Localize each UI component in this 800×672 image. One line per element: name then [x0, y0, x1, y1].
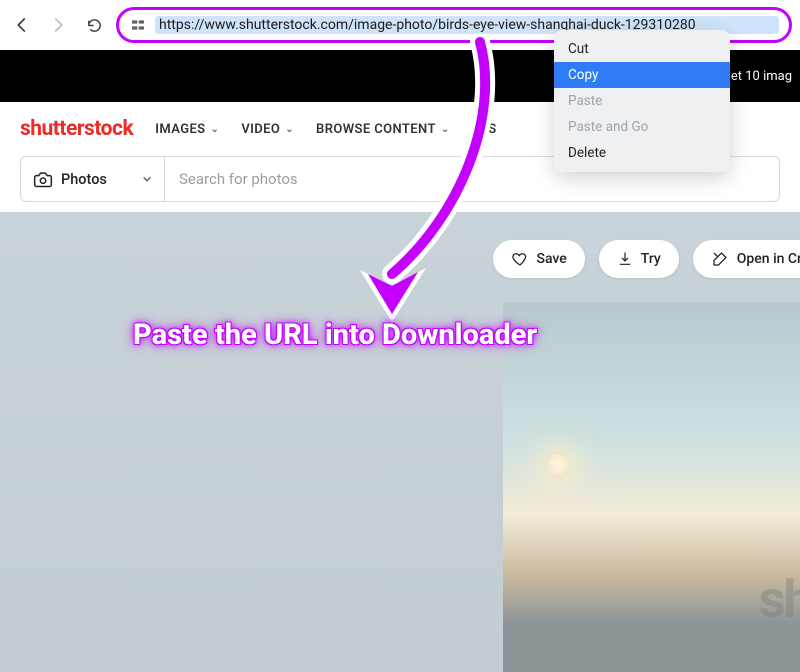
instruction-text: Paste the URL into Downloader — [133, 318, 537, 352]
save-label: Save — [537, 251, 567, 267]
category-label: Photos — [61, 171, 107, 188]
promo-text: Get 10 imag — [722, 69, 792, 84]
nav-video[interactable]: VIDEO ⌄ — [241, 122, 294, 137]
chevron-down-icon: ⌄ — [441, 124, 450, 135]
preview-image: shutte — [503, 302, 800, 672]
nav-browse-label: BROWSE CONTENT — [316, 122, 436, 137]
reload-icon — [86, 17, 103, 34]
nav-design-label: DES — [472, 122, 497, 137]
sun-icon — [545, 452, 571, 478]
nav-images[interactable]: IMAGES ⌄ — [155, 122, 219, 137]
caret-down-icon — [142, 174, 152, 184]
open-button[interactable]: Open in Cr — [693, 240, 800, 278]
ctx-delete[interactable]: Delete — [554, 140, 730, 166]
ctx-cut[interactable]: Cut — [554, 36, 730, 62]
download-icon — [617, 250, 633, 268]
reload-button[interactable] — [80, 11, 108, 39]
hero-area: Save Try Open in Cr shutte — [0, 212, 800, 672]
camera-icon — [33, 170, 53, 188]
forward-button[interactable] — [44, 11, 72, 39]
nav-browse[interactable]: BROWSE CONTENT ⌄ — [316, 122, 450, 137]
arrow-right-icon — [49, 16, 67, 34]
edit-icon — [711, 250, 729, 268]
ctx-paste: Paste — [554, 88, 730, 114]
ctx-copy[interactable]: Copy — [554, 62, 730, 88]
nav-design[interactable]: DES — [472, 122, 497, 137]
ctx-paste-and-go: Paste and Go — [554, 114, 730, 140]
save-button[interactable]: Save — [493, 240, 585, 278]
action-row: Save Try Open in Cr — [493, 240, 800, 278]
back-button[interactable] — [8, 11, 36, 39]
context-menu: Cut Copy Paste Paste and Go Delete — [554, 30, 730, 172]
open-label: Open in Cr — [737, 251, 800, 267]
try-label: Try — [641, 251, 661, 267]
try-button[interactable]: Try — [599, 240, 679, 278]
heart-icon — [511, 250, 529, 268]
arrow-left-icon — [13, 16, 31, 34]
chevron-down-icon: ⌄ — [285, 124, 294, 135]
search-input[interactable] — [179, 170, 765, 188]
logo[interactable]: shutterstock — [20, 117, 133, 141]
site-settings-icon[interactable] — [129, 16, 147, 34]
category-dropdown[interactable]: Photos — [20, 156, 165, 202]
nav-video-label: VIDEO — [241, 122, 280, 137]
watermark: shutte — [759, 569, 800, 630]
nav-images-label: IMAGES — [155, 122, 205, 137]
chevron-down-icon: ⌄ — [211, 124, 220, 135]
